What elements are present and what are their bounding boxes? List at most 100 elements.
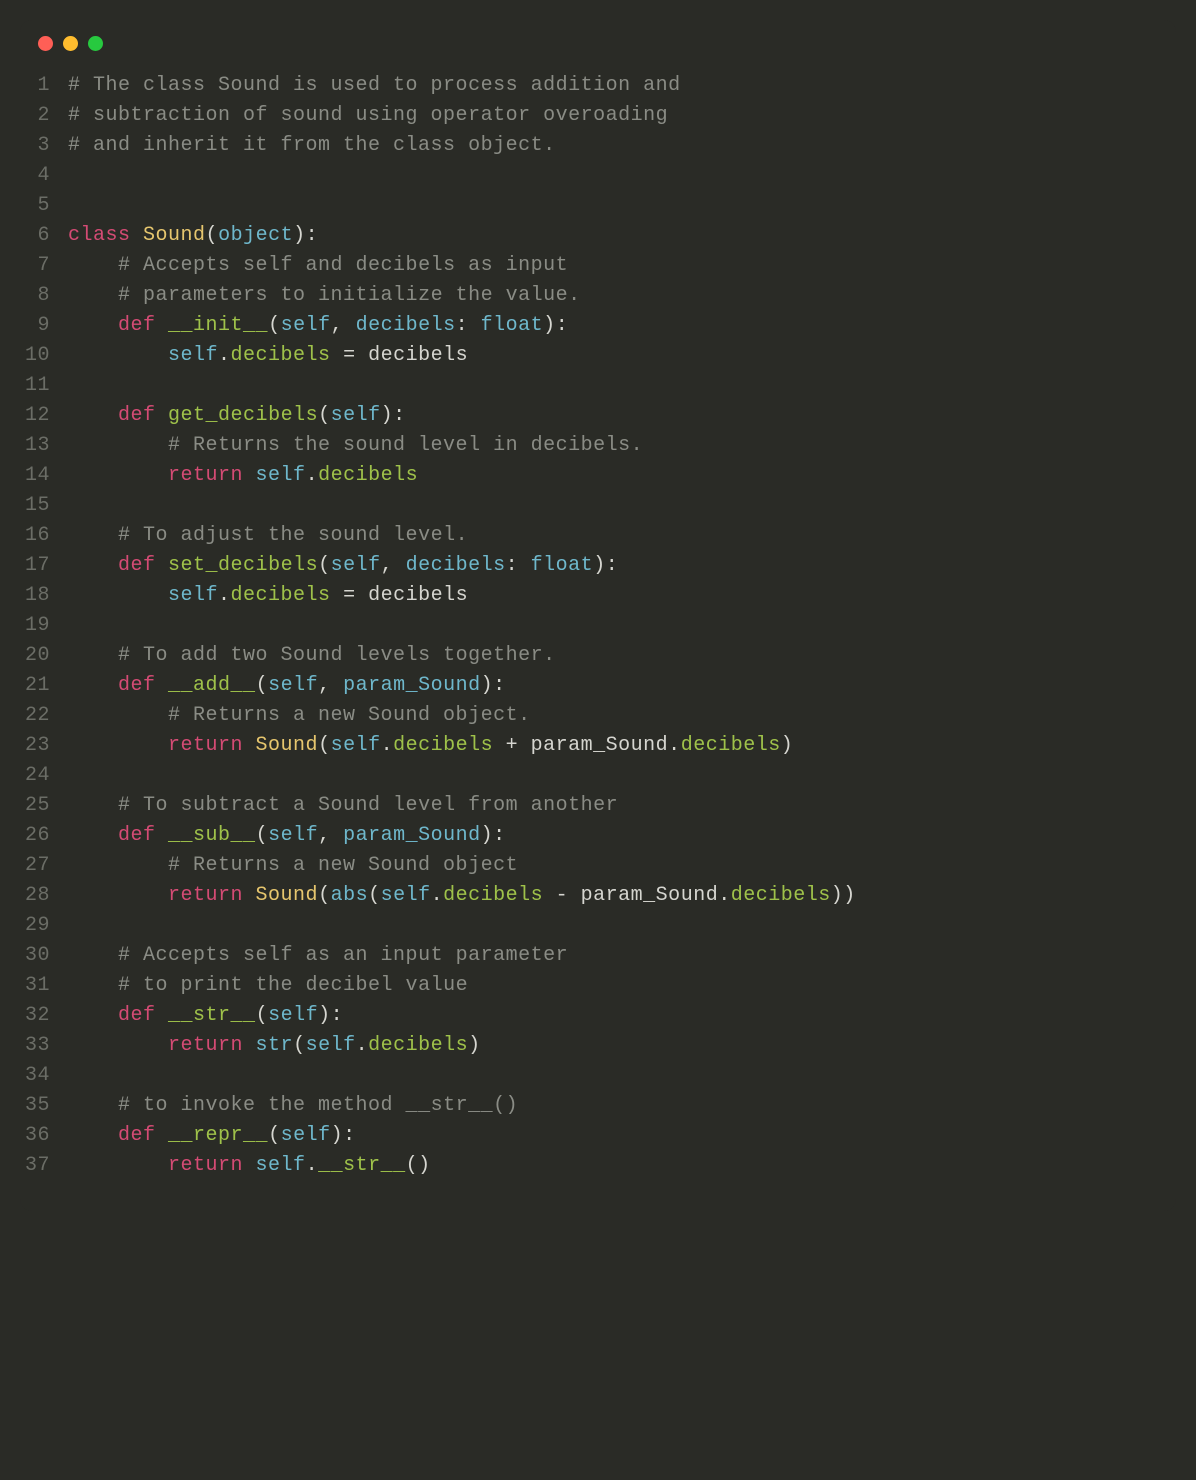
code-line: 3# and inherit it from the class object. [20, 131, 1176, 161]
comment: # The class Sound is used to process add… [68, 74, 681, 97]
comment: # To add two Sound levels together. [118, 644, 556, 667]
code-line: 9 def __init__(self, decibels: float): [20, 311, 1176, 341]
code-line: 19 [20, 611, 1176, 641]
code-line: 25 # To subtract a Sound level from anot… [20, 791, 1176, 821]
attribute: decibels [231, 344, 331, 367]
comment: # Accepts self as an input parameter [118, 944, 568, 967]
titlebar [20, 20, 1176, 61]
zoom-icon[interactable] [88, 36, 103, 51]
param-self: self [268, 1004, 318, 1027]
identifier: param_Sound [581, 884, 719, 907]
keyword-def: def [118, 1124, 156, 1147]
comment: # To subtract a Sound level from another [118, 794, 618, 817]
param-self: self [268, 674, 318, 697]
comment: # to print the decibel value [118, 974, 468, 997]
builtin-object: object [218, 224, 293, 247]
function-name: __repr__ [168, 1124, 268, 1147]
minimize-icon[interactable] [63, 36, 78, 51]
code-line: 1# The class Sound is used to process ad… [20, 71, 1176, 101]
keyword-return: return [168, 1034, 243, 1057]
line-number: 2 [20, 101, 68, 131]
keyword-def: def [118, 824, 156, 847]
param: decibels [406, 554, 506, 577]
code-line: 31 # to print the decibel value [20, 971, 1176, 1001]
function-name: __add__ [168, 674, 256, 697]
line-number: 9 [20, 311, 68, 341]
comment: # to invoke the method __str__() [118, 1094, 518, 1117]
comment: # Returns the sound level in decibels. [168, 434, 643, 457]
param-self: self [268, 824, 318, 847]
keyword-def: def [118, 674, 156, 697]
line-number: 20 [20, 641, 68, 671]
line-number: 37 [20, 1151, 68, 1181]
code-line: 32 def __str__(self): [20, 1001, 1176, 1031]
keyword-class: class [68, 224, 131, 247]
code-line: 4 [20, 161, 1176, 191]
param: decibels [356, 314, 456, 337]
code-line: 8 # parameters to initialize the value. [20, 281, 1176, 311]
self: self [256, 1154, 306, 1177]
line-number: 3 [20, 131, 68, 161]
code-line: 29 [20, 911, 1176, 941]
keyword-def: def [118, 404, 156, 427]
param: param_Sound [343, 674, 481, 697]
identifier: param_Sound [531, 734, 669, 757]
code-editor[interactable]: 1# The class Sound is used to process ad… [20, 61, 1176, 1211]
code-line: 15 [20, 491, 1176, 521]
code-line: 10 self.decibels = decibels [20, 341, 1176, 371]
line-number: 16 [20, 521, 68, 551]
attribute: decibels [318, 464, 418, 487]
code-line: 37 return self.__str__() [20, 1151, 1176, 1181]
line-number: 35 [20, 1091, 68, 1121]
close-icon[interactable] [38, 36, 53, 51]
identifier: decibels [368, 344, 468, 367]
comment: # Returns a new Sound object [168, 854, 518, 877]
line-number: 17 [20, 551, 68, 581]
code-line: 13 # Returns the sound level in decibels… [20, 431, 1176, 461]
keyword-return: return [168, 1154, 243, 1177]
line-number: 14 [20, 461, 68, 491]
code-line: 18 self.decibels = decibels [20, 581, 1176, 611]
line-number: 18 [20, 581, 68, 611]
code-editor-window: 1# The class Sound is used to process ad… [20, 20, 1176, 1211]
builtin-float: float [481, 314, 544, 337]
code-line: 35 # to invoke the method __str__() [20, 1091, 1176, 1121]
param-self: self [281, 314, 331, 337]
code-line: 27 # Returns a new Sound object [20, 851, 1176, 881]
line-number: 24 [20, 761, 68, 791]
line-number: 1 [20, 71, 68, 101]
builtin-str: str [256, 1034, 294, 1057]
keyword-def: def [118, 554, 156, 577]
code-line: 12 def get_decibels(self): [20, 401, 1176, 431]
line-number: 8 [20, 281, 68, 311]
param-self: self [331, 554, 381, 577]
self: self [168, 584, 218, 607]
code-line: 30 # Accepts self as an input parameter [20, 941, 1176, 971]
code-line: 24 [20, 761, 1176, 791]
param-self: self [331, 404, 381, 427]
line-number: 32 [20, 1001, 68, 1031]
class-name: Sound [256, 734, 319, 757]
line-number: 29 [20, 911, 68, 941]
line-number: 15 [20, 491, 68, 521]
line-number: 30 [20, 941, 68, 971]
line-number: 13 [20, 431, 68, 461]
line-number: 12 [20, 401, 68, 431]
code-line: 6class Sound(object): [20, 221, 1176, 251]
line-number: 26 [20, 821, 68, 851]
class-name: Sound [143, 224, 206, 247]
code-line: 5 [20, 191, 1176, 221]
code-line: 2# subtraction of sound using operator o… [20, 101, 1176, 131]
line-number: 36 [20, 1121, 68, 1151]
comment: # Returns a new Sound object. [168, 704, 531, 727]
code-line: 20 # To add two Sound levels together. [20, 641, 1176, 671]
keyword-return: return [168, 884, 243, 907]
self: self [331, 734, 381, 757]
line-number: 7 [20, 251, 68, 281]
identifier: decibels [368, 584, 468, 607]
line-number: 22 [20, 701, 68, 731]
code-line: 17 def set_decibels(self, decibels: floa… [20, 551, 1176, 581]
self: self [381, 884, 431, 907]
self: self [168, 344, 218, 367]
class-name: Sound [256, 884, 319, 907]
